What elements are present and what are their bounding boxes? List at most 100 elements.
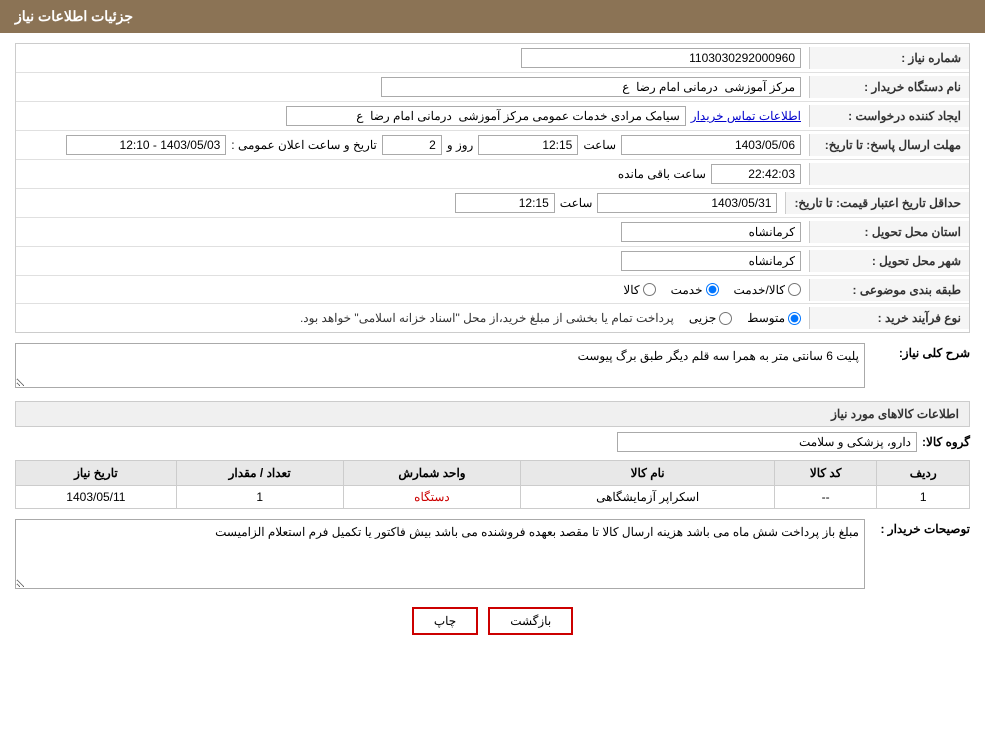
mande-saat-input[interactable] bbox=[711, 164, 801, 184]
row-hadaqal-tarikh: حداقل تاریخ اعتبار قیمت: تا تاریخ: ساعت bbox=[16, 189, 969, 218]
shahr-tahvil-value bbox=[16, 247, 809, 275]
nove-faraind-value: متوسط جزیی پرداخت تمام یا بخشی از مبلغ خ… bbox=[16, 307, 809, 329]
sharh-kolli-textarea[interactable] bbox=[15, 343, 865, 388]
tarikh-alan-input[interactable] bbox=[66, 135, 226, 155]
mande-saat-label bbox=[809, 163, 969, 185]
ijad-konande-label: ایجاد کننده درخواست : bbox=[809, 105, 969, 127]
kala-khadamat-label: کالا/خدمت bbox=[734, 283, 785, 297]
back-button[interactable]: بازگشت bbox=[488, 607, 573, 635]
button-row: بازگشت چاپ bbox=[15, 607, 970, 635]
row-shahr-tahvil: شهر محل تحویل : bbox=[16, 247, 969, 276]
sharh-kolli-value bbox=[15, 343, 865, 391]
jozee-label: جزیی bbox=[689, 311, 716, 325]
radio-motavaset-input[interactable] bbox=[788, 312, 801, 325]
row-shomare-niaz: شماره نیاز : bbox=[16, 44, 969, 73]
sharh-kolli-label: شرح کلی نیاز: bbox=[870, 343, 970, 360]
col-kod-kala: کد کالا bbox=[774, 461, 876, 486]
mohlat-ersal-date-input[interactable] bbox=[621, 135, 801, 155]
tabaghe-bandi-label: طبقه بندی موضوعی : bbox=[809, 279, 969, 301]
main-content: شماره نیاز : نام دستگاه خریدار : ایجاد ک… bbox=[0, 33, 985, 655]
radio-kala: کالا bbox=[623, 283, 655, 297]
table-row: 1--اسکراپر آزمایشگاهیدستگاه11403/05/11 bbox=[16, 486, 970, 509]
mohlat-ersal-value: ساعت روز و تاریخ و ساعت اعلان عمومی : bbox=[16, 131, 809, 159]
hadaqal-tarikh-label: حداقل تاریخ اعتبار قیمت: تا تاریخ: bbox=[785, 192, 969, 214]
hadaqal-saat-label: ساعت bbox=[560, 196, 593, 210]
table-cell-kodKala: -- bbox=[774, 486, 876, 509]
shahr-tahvil-input[interactable] bbox=[621, 251, 801, 271]
shomare-niaz-value bbox=[16, 44, 809, 72]
table-cell-vahadShomarash: دستگاه bbox=[343, 486, 521, 509]
mohlat-ersal-roz-label: روز و bbox=[447, 138, 474, 152]
ettelaat-tamas-link[interactable]: اطلاعات تماس خریدار bbox=[691, 109, 801, 123]
hadaqal-saat-input[interactable] bbox=[455, 193, 555, 213]
radio-khadamat-input[interactable] bbox=[706, 283, 719, 296]
nove-faraind-radio-group: متوسط جزیی bbox=[689, 311, 801, 325]
page-wrapper: جزئیات اطلاعات نیاز شماره نیاز : نام دست… bbox=[0, 0, 985, 733]
table-cell-namKala: اسکراپر آزمایشگاهی bbox=[521, 486, 775, 509]
mande-saat-value: ساعت باقی مانده bbox=[16, 160, 809, 188]
ostan-tahvil-label: استان محل تحویل : bbox=[809, 221, 969, 243]
col-tarikh-niaz: تاریخ نیاز bbox=[16, 461, 177, 486]
group-kala-label: گروه کالا: bbox=[922, 435, 970, 449]
page-header: جزئیات اطلاعات نیاز bbox=[0, 0, 985, 33]
row-mande-saat: ساعت باقی مانده bbox=[16, 160, 969, 189]
table-cell-radif: 1 bbox=[877, 486, 970, 509]
radio-kala-khadamat: کالا/خدمت bbox=[734, 283, 801, 297]
hadaqal-tarikh-value: ساعت bbox=[16, 189, 785, 217]
tabaghe-bandi-value: کالا/خدمت خدمت کالا bbox=[16, 279, 809, 301]
radio-kala-khadamat-input[interactable] bbox=[788, 283, 801, 296]
sharh-kolli-section: شرح کلی نیاز: bbox=[15, 343, 970, 391]
table-cell-tedad: 1 bbox=[176, 486, 343, 509]
print-button[interactable]: چاپ bbox=[412, 607, 478, 635]
page-title: جزئیات اطلاعات نیاز bbox=[15, 8, 133, 24]
tarikh-alan-label: تاریخ و ساعت اعلان عمومی : bbox=[231, 138, 377, 152]
table-cell-tarikhNiaz: 1403/05/11 bbox=[16, 486, 177, 509]
col-radif: ردیف bbox=[877, 461, 970, 486]
mohlat-ersal-saat-label: ساعت bbox=[583, 138, 616, 152]
group-kala-row: گروه کالا: bbox=[15, 432, 970, 452]
hadaqal-date-input[interactable] bbox=[597, 193, 777, 213]
table-header-row: ردیف کد کالا نام کالا واحد شمارش تعداد /… bbox=[16, 461, 970, 486]
row-nove-faraind: نوع فرآیند خرید : متوسط جزیی bbox=[16, 304, 969, 332]
row-nam-dastgah: نام دستگاه خریدار : bbox=[16, 73, 969, 102]
col-nam-kala: نام کالا bbox=[521, 461, 775, 486]
tabaghe-bandi-radio-group: کالا/خدمت خدمت کالا bbox=[24, 283, 801, 297]
col-tedad: تعداد / مقدار bbox=[176, 461, 343, 486]
mande-saat-static-label: ساعت باقی مانده bbox=[618, 167, 706, 181]
radio-motavaset: متوسط bbox=[747, 311, 801, 325]
nam-dastgah-label: نام دستگاه خریدار : bbox=[809, 76, 969, 98]
motavaset-label: متوسط bbox=[747, 311, 785, 325]
nam-dastgah-input[interactable] bbox=[381, 77, 801, 97]
radio-jozee-input[interactable] bbox=[719, 312, 732, 325]
mohlat-ersal-roz-input[interactable] bbox=[382, 135, 442, 155]
tosaif-section: توصیحات خریدار : bbox=[15, 519, 970, 592]
nove-faraind-desc: پرداخت تمام یا بخشی از مبلغ خرید،از محل … bbox=[300, 311, 674, 325]
tosaif-label: توصیحات خریدار : bbox=[870, 519, 970, 536]
shomare-niaz-label: شماره نیاز : bbox=[809, 47, 969, 69]
row-ijad-konande: ایجاد کننده درخواست : اطلاعات تماس خریدا… bbox=[16, 102, 969, 131]
shomare-niaz-input[interactable] bbox=[521, 48, 801, 68]
group-kala-input[interactable] bbox=[617, 432, 917, 452]
ijad-konande-value: اطلاعات تماس خریدار bbox=[16, 102, 809, 130]
radio-kala-input[interactable] bbox=[643, 283, 656, 296]
mohlat-ersal-saat-input[interactable] bbox=[478, 135, 578, 155]
nove-faraind-label: نوع فرآیند خرید : bbox=[809, 307, 969, 329]
row-ostan-tahvil: استان محل تحویل : bbox=[16, 218, 969, 247]
row-tabaghe-bandi: طبقه بندی موضوعی : کالا/خدمت خدمت bbox=[16, 276, 969, 304]
nam-dastgah-value bbox=[16, 73, 809, 101]
row-mohlat-ersal: مهلت ارسال پاسخ: تا تاریخ: ساعت روز و تا… bbox=[16, 131, 969, 160]
mohlat-ersal-label: مهلت ارسال پاسخ: تا تاریخ: bbox=[809, 134, 969, 156]
radio-khadamat: خدمت bbox=[671, 283, 719, 297]
ostan-tahvil-value bbox=[16, 218, 809, 246]
shahr-tahvil-label: شهر محل تحویل : bbox=[809, 250, 969, 272]
kala-label: کالا bbox=[623, 283, 639, 297]
radio-jozee: جزیی bbox=[689, 311, 732, 325]
ostan-tahvil-input[interactable] bbox=[621, 222, 801, 242]
col-vahad: واحد شمارش bbox=[343, 461, 521, 486]
kalaها-title: اطلاعات کالاهای مورد نیاز bbox=[15, 401, 970, 427]
goods-table: ردیف کد کالا نام کالا واحد شمارش تعداد /… bbox=[15, 460, 970, 509]
tosaif-textarea[interactable] bbox=[15, 519, 865, 589]
tosaif-value bbox=[15, 519, 865, 592]
ijad-konande-input[interactable] bbox=[286, 106, 686, 126]
info-section: شماره نیاز : نام دستگاه خریدار : ایجاد ک… bbox=[15, 43, 970, 333]
